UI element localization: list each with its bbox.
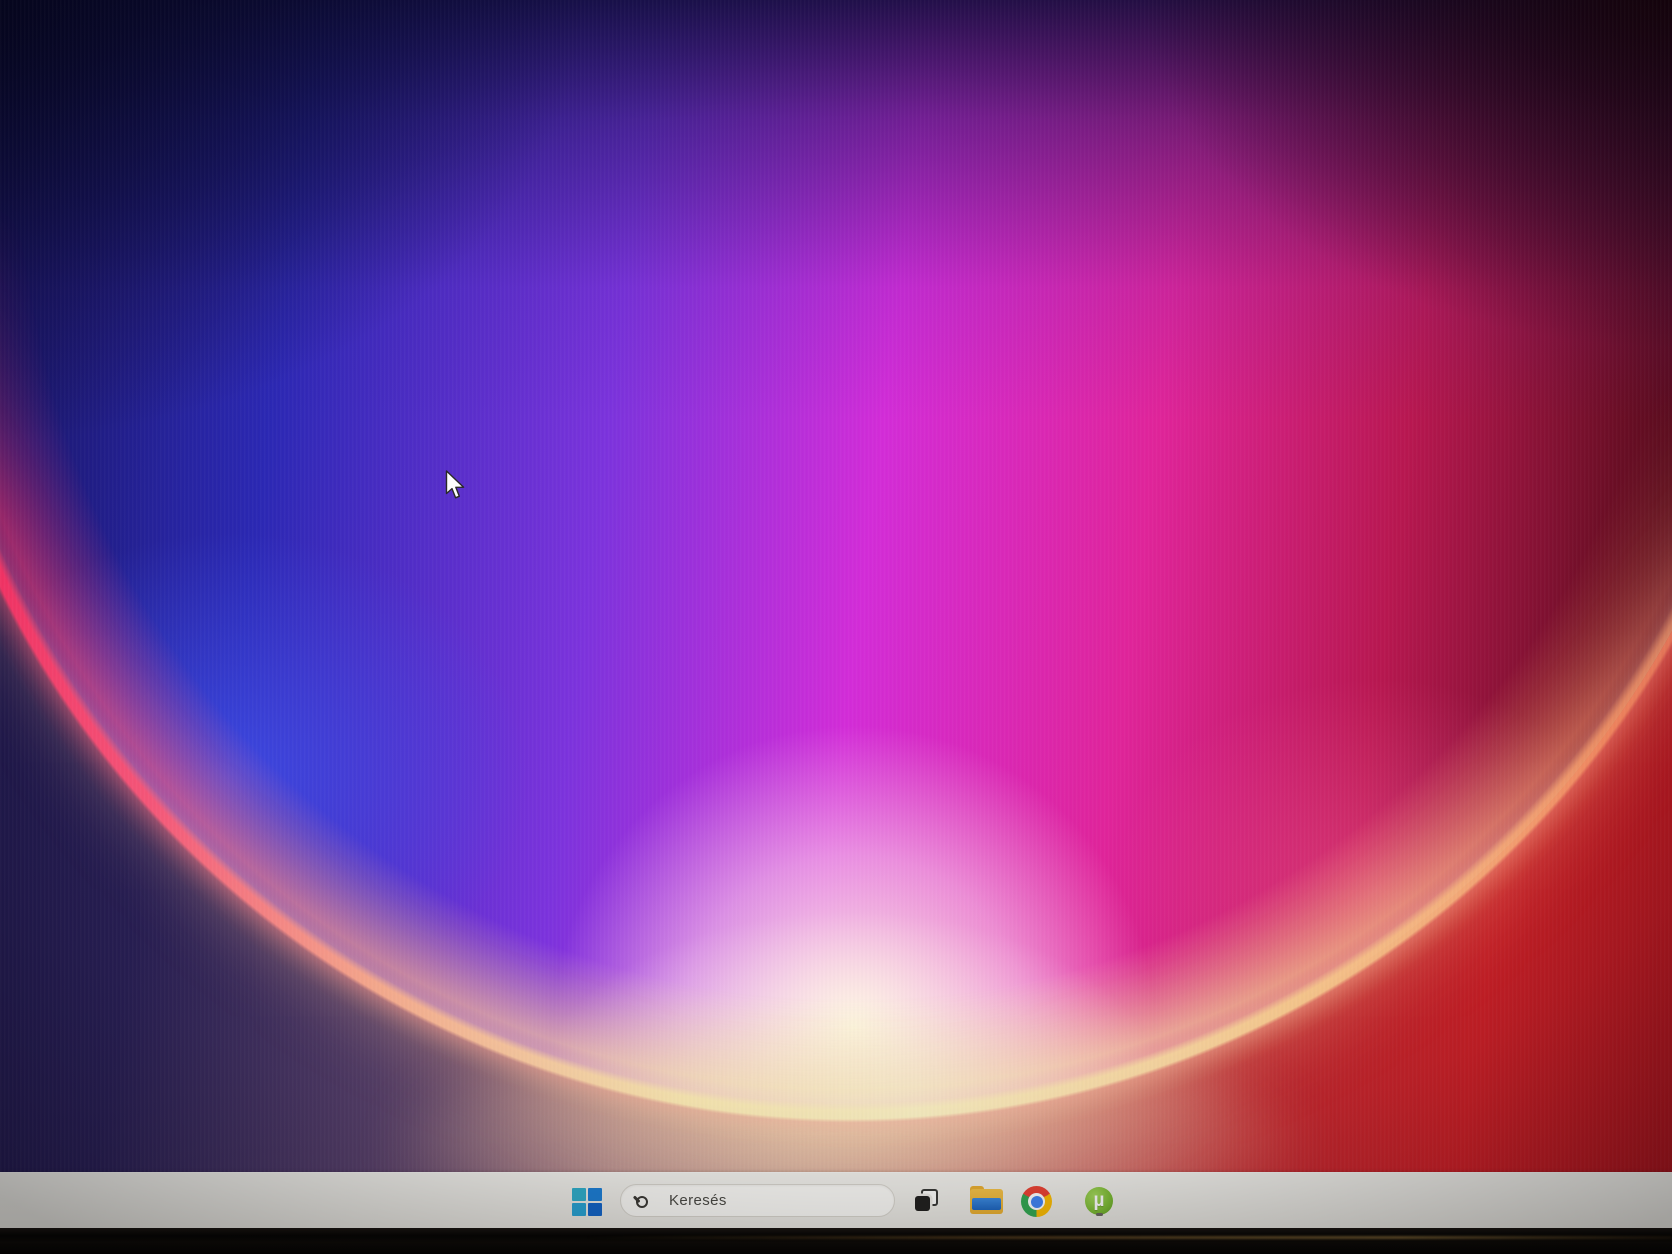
start-button[interactable]: [572, 1188, 602, 1216]
utorrent-icon: µ: [1093, 1189, 1105, 1211]
task-view-button[interactable]: [915, 1189, 938, 1211]
bezel-reflection: [585, 1236, 1672, 1239]
taskbar: Keresés µ: [0, 1172, 1672, 1229]
utorrent-button[interactable]: µ: [1085, 1187, 1113, 1215]
utorrent-running-indicator: [1096, 1213, 1103, 1216]
search-placeholder-text: Keresés: [669, 1192, 727, 1209]
monitor-bezel: [0, 1228, 1672, 1254]
search-icon: [633, 1193, 649, 1209]
photographed-monitor: Keresés µ: [0, 0, 1672, 1254]
file-explorer-button[interactable]: [970, 1186, 1003, 1214]
search-box[interactable]: Keresés: [620, 1184, 895, 1217]
windows-logo-icon: [572, 1188, 586, 1201]
chrome-button[interactable]: [1021, 1186, 1052, 1217]
